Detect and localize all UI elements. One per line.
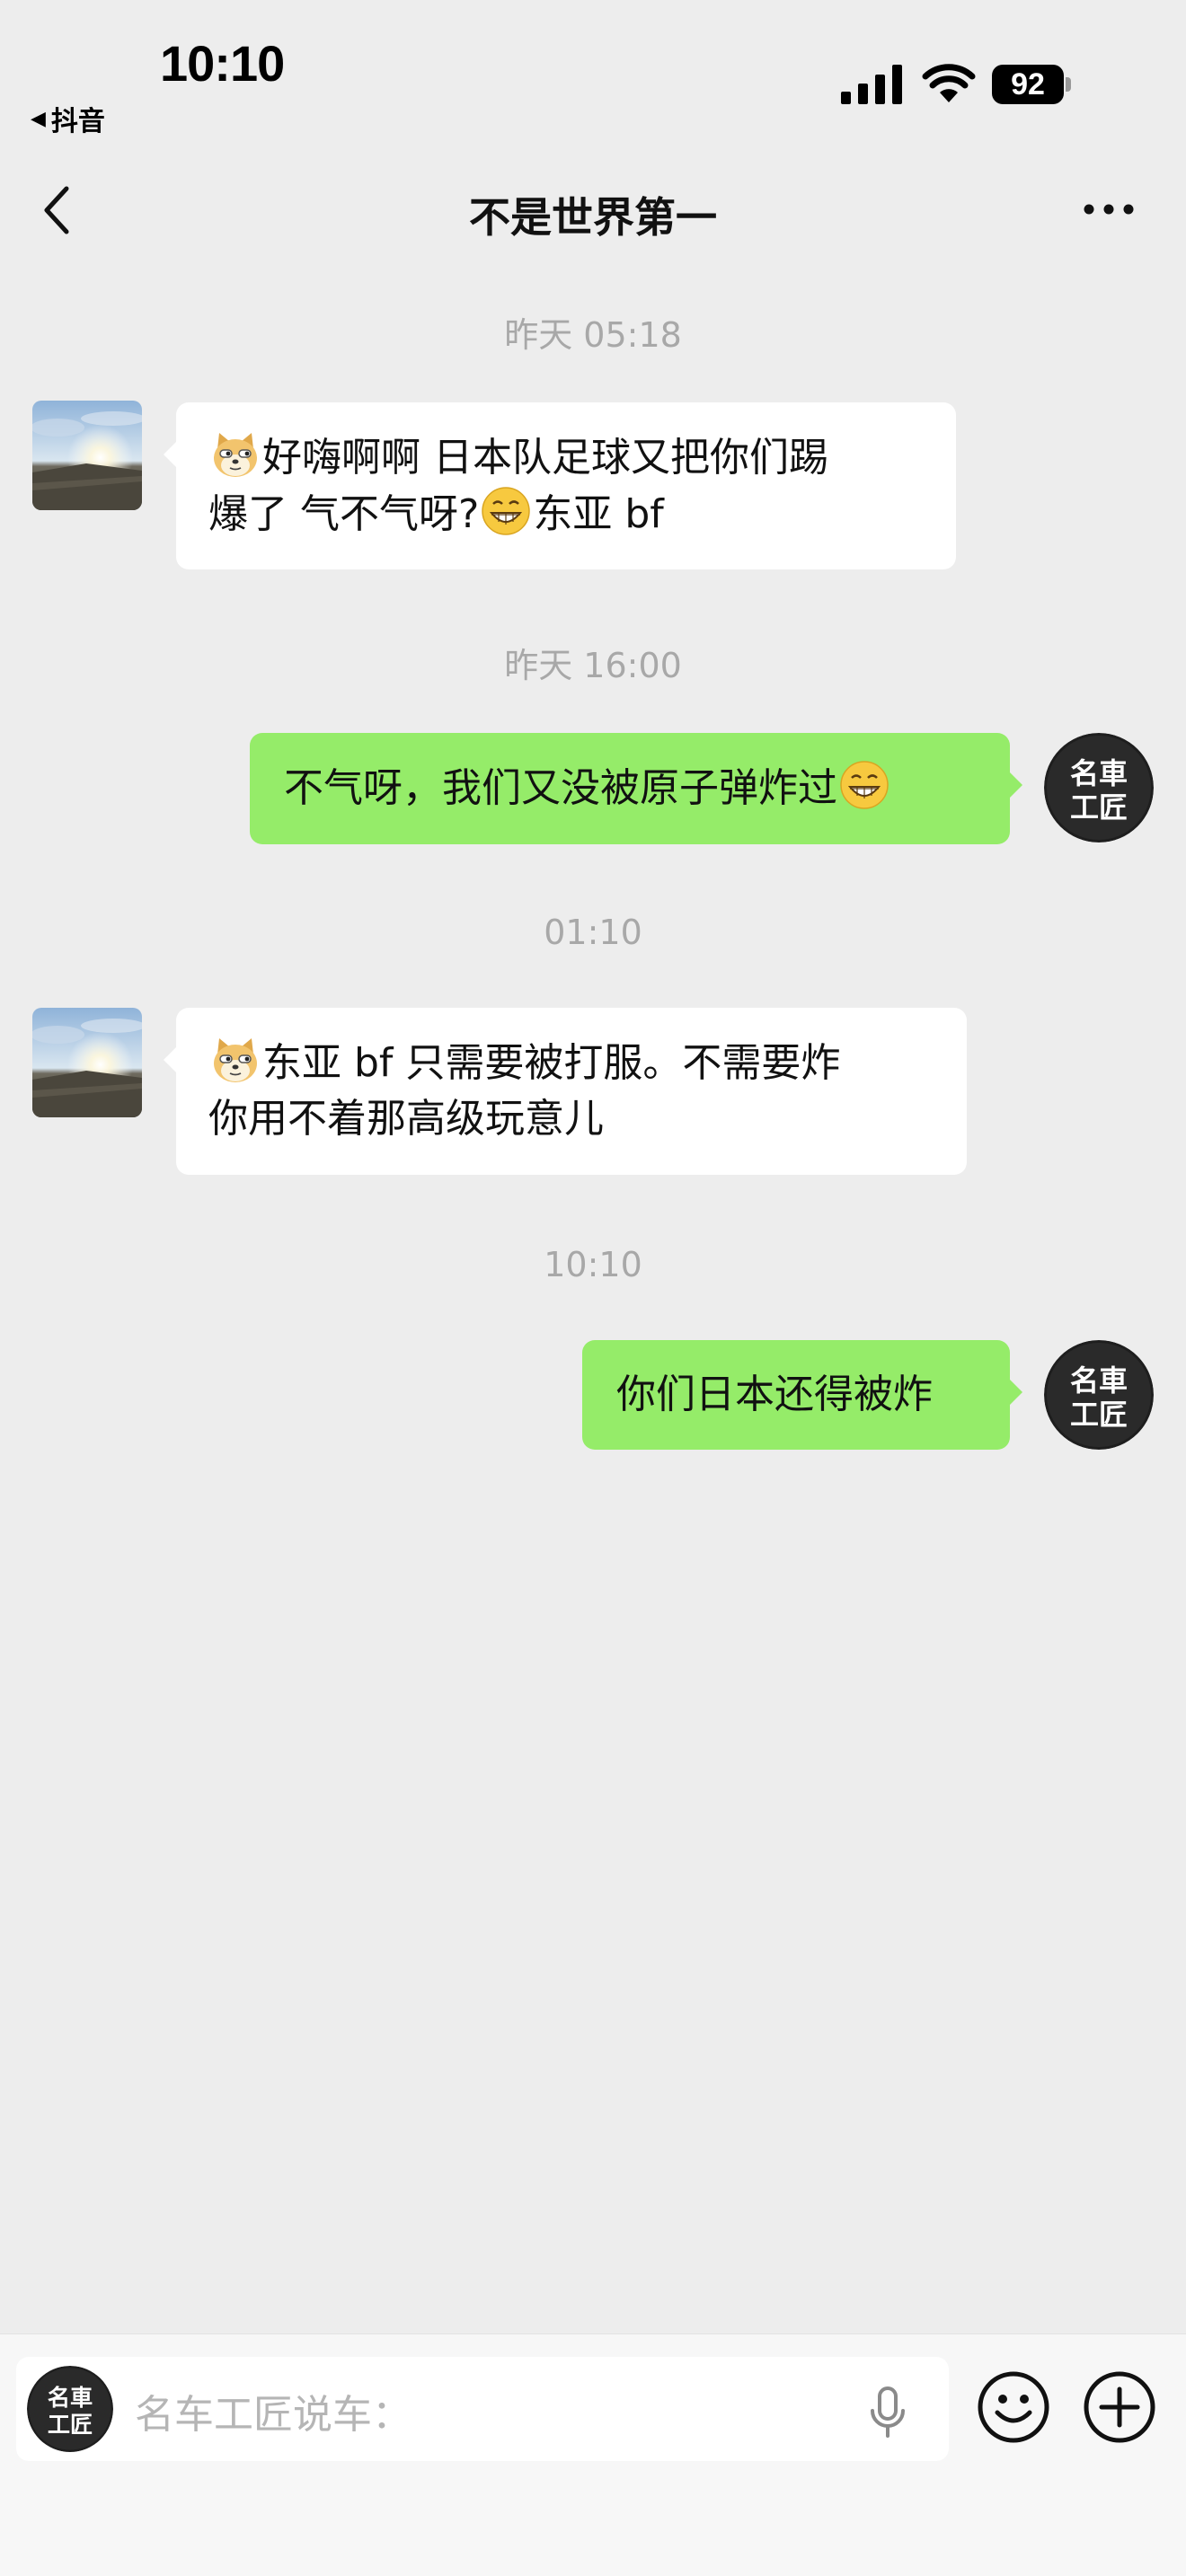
message-input-placeholder[interactable]: 名车工匠说车： xyxy=(135,2382,412,2439)
battery-nub xyxy=(1066,77,1071,92)
grinning-emoji-icon xyxy=(481,486,531,536)
message-line: 不气呀，我们又没被原子弹炸过 xyxy=(284,760,985,816)
contact-avatar[interactable] xyxy=(32,1008,142,1117)
message-line: 爆了 气不气呀? 东亚 bf xyxy=(208,486,931,543)
emoji-icon[interactable] xyxy=(976,2369,1051,2445)
cellular-signal-icon xyxy=(841,65,902,104)
doge-emoji-icon xyxy=(210,1035,261,1085)
message-line: 你们日本还得被炸 xyxy=(616,1372,933,1417)
message-bubble-received[interactable]: 好嗨啊啊 日本队足球又把你们踢 爆了 气不气呀? 东亚 bf xyxy=(164,402,956,569)
microphone-icon[interactable] xyxy=(868,2386,907,2439)
contact-avatar[interactable] xyxy=(32,401,142,510)
message-bubble-received[interactable]: 东亚 bf 只需要被打服。不需要炸 你用不着那高级玩意儿 xyxy=(164,1008,967,1175)
message-timestamp: 昨天 05:18 xyxy=(504,315,682,355)
chat-screen: 10:10 ◀ 抖音 92 不是世界第一 昨天 05:18 好嗨啊啊 日本队足球… xyxy=(0,0,1186,2576)
self-avatar[interactable] xyxy=(1044,733,1154,842)
more-horizontal-icon[interactable] xyxy=(1082,196,1136,223)
status-time: 10:10 xyxy=(160,35,285,92)
plus-icon[interactable] xyxy=(1082,2369,1157,2445)
chat-title: 不是世界第一 xyxy=(469,193,717,242)
input-avatar xyxy=(27,2366,113,2452)
wifi-icon xyxy=(922,64,976,102)
battery-indicator: 92 xyxy=(992,65,1071,104)
doge-emoji-icon xyxy=(210,429,261,480)
message-line: 东亚 bf 只需要被打服。不需要炸 xyxy=(208,1035,942,1091)
message-timestamp: 10:10 xyxy=(544,1245,642,1284)
back-triangle-icon: ◀ xyxy=(31,107,46,130)
self-avatar[interactable] xyxy=(1044,1340,1154,1450)
battery-level: 92 xyxy=(992,65,1064,104)
message-line: 好嗨啊啊 日本队足球又把你们踢 xyxy=(208,429,931,486)
message-timestamp: 01:10 xyxy=(544,913,642,952)
message-bubble-sent[interactable]: 不气呀，我们又没被原子弹炸过 xyxy=(250,733,1022,844)
back-to-app-link[interactable]: ◀ 抖音 xyxy=(31,99,105,138)
grinning-emoji-icon xyxy=(839,760,890,810)
message-bubble-sent[interactable]: 你们日本还得被炸 xyxy=(582,1340,1022,1450)
message-timestamp: 昨天 16:00 xyxy=(504,646,682,685)
message-line: 你用不着那高级玩意儿 xyxy=(208,1096,604,1142)
back-app-label: 抖音 xyxy=(50,106,105,137)
